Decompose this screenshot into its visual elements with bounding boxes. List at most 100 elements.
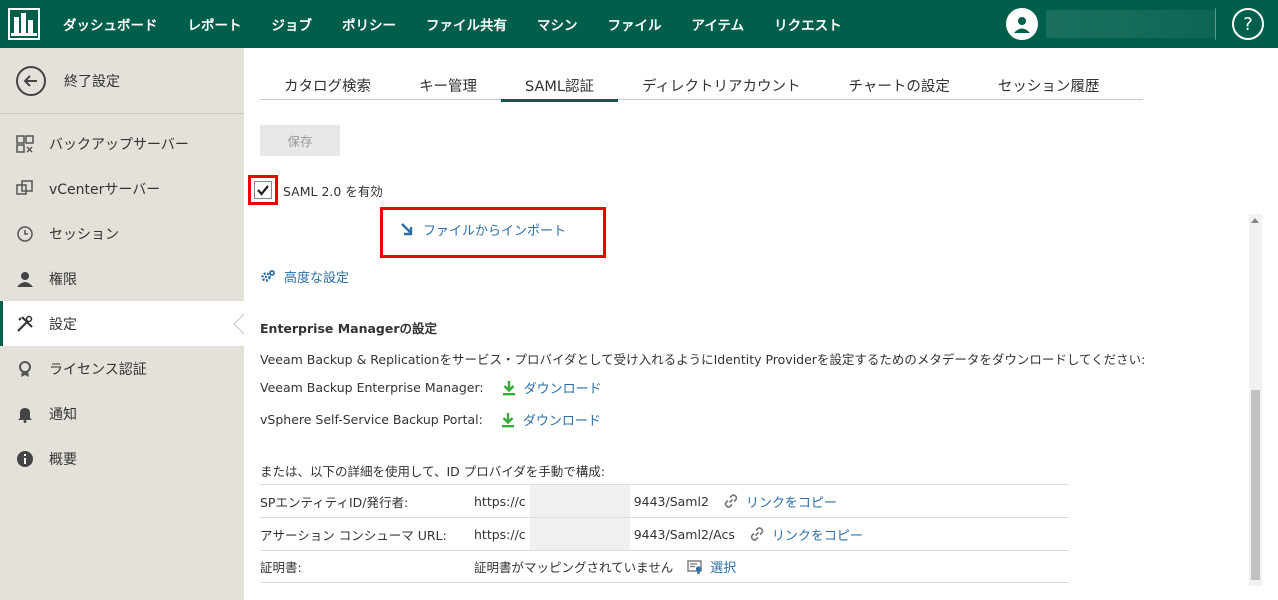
import-highlight-box: ファイルからインポート xyxy=(380,207,606,258)
highlight-box xyxy=(248,175,278,205)
import-from-file-link[interactable]: ファイルからインポート xyxy=(399,220,566,239)
settings-tabs: カタログ検索 キー管理 SAML認証 ディレクトリアカウント チャートの設定 セ… xyxy=(260,70,1143,102)
veeam-logo-icon[interactable] xyxy=(0,0,48,48)
import-arrow-icon xyxy=(401,222,413,235)
certificate-icon xyxy=(687,559,702,574)
tab-chart-settings[interactable]: チャートの設定 xyxy=(824,70,973,100)
download-link-label: ダウンロード xyxy=(523,382,602,397)
table-row: アサーション コンシューマ URL: https://c 9443/Saml2/… xyxy=(260,517,1069,551)
copy-link-label: リンクをコピー xyxy=(771,528,863,544)
acs-url-value: https://c 9443/Saml2/Acs xyxy=(474,517,735,551)
nav-items[interactable]: アイテム xyxy=(677,0,760,48)
scrollbar-thumb[interactable] xyxy=(1251,390,1260,580)
nav-dashboard[interactable]: ダッシュボード xyxy=(48,0,173,48)
download-icon xyxy=(502,380,515,395)
gear-icon xyxy=(261,269,275,282)
sidebar-item-notifications[interactable]: 通知 xyxy=(0,391,244,436)
tab-key-management[interactable]: キー管理 xyxy=(395,70,501,100)
sidebar-item-label: 権限 xyxy=(49,271,77,288)
sidebar-item-label: セッション xyxy=(49,226,119,243)
nav-machines[interactable]: マシン xyxy=(522,0,593,48)
link-icon xyxy=(750,527,764,541)
saml-enable-label: SAML 2.0 を有効 xyxy=(283,183,383,199)
settings-sidebar: 終了設定 バックアップサーバー vCenterサーバー セッション 権限 設定 … xyxy=(0,48,244,600)
saml-enable-row: SAML 2.0 を有効 xyxy=(248,175,383,205)
download-label: vSphere Self-Service Backup Portal: xyxy=(260,412,483,427)
info-icon xyxy=(15,449,35,469)
url-prefix: https://c xyxy=(474,493,526,509)
download-enterprise-manager-link[interactable]: ダウンロード xyxy=(502,378,602,397)
manual-config-label: または、以下の詳細を使用して、ID プロバイダを手動で構成: xyxy=(260,464,605,479)
back-arrow-icon xyxy=(16,65,46,96)
sidebar-item-about[interactable]: 概要 xyxy=(0,436,244,481)
vertical-scrollbar[interactable] xyxy=(1249,214,1262,586)
table-row: SPエンティティID/発行者: https://c 9443/Saml2 リンク… xyxy=(260,484,1069,518)
redacted-host xyxy=(529,484,630,518)
main-content: カタログ検索 キー管理 SAML認証 ディレクトリアカウント チャートの設定 セ… xyxy=(244,48,1278,600)
tools-icon xyxy=(15,314,35,334)
download-link-label: ダウンロード xyxy=(522,414,601,429)
sidebar-item-settings[interactable]: 設定 xyxy=(0,301,244,346)
bell-icon xyxy=(15,404,35,424)
nav-requests[interactable]: リクエスト xyxy=(759,0,857,48)
advanced-settings-label: 高度な設定 xyxy=(284,271,350,286)
select-label: 選択 xyxy=(710,561,737,576)
sidebar-item-label: 通知 xyxy=(49,406,77,423)
backup-server-icon xyxy=(15,134,35,154)
user-icon xyxy=(15,269,35,289)
sidebar-item-label: 概要 xyxy=(49,451,77,468)
help-button[interactable]: ? xyxy=(1232,8,1264,40)
sidebar-item-label: 設定 xyxy=(49,316,77,333)
nav-reports[interactable]: レポート xyxy=(173,0,257,48)
sidebar-item-license[interactable]: ライセンス認証 xyxy=(0,346,244,391)
sidebar-item-backup-servers[interactable]: バックアップサーバー xyxy=(0,121,244,166)
license-icon xyxy=(15,359,35,379)
sidebar-item-vcenter-servers[interactable]: vCenterサーバー xyxy=(0,166,244,211)
copy-entity-id-link[interactable]: リンクをコピー xyxy=(723,492,837,511)
download-icon xyxy=(501,412,514,427)
select-certificate-link[interactable]: 選択 xyxy=(687,557,736,576)
exit-settings-button[interactable]: 終了設定 xyxy=(0,48,244,114)
main-nav: ダッシュボード レポート ジョブ ポリシー ファイル共有 マシン ファイル アイ… xyxy=(48,0,857,48)
vcenter-icon xyxy=(15,179,35,199)
download-label: Veeam Backup Enterprise Manager: xyxy=(260,380,484,395)
nav-jobs[interactable]: ジョブ xyxy=(257,0,328,48)
checkmark-icon xyxy=(257,185,269,196)
tab-session-history[interactable]: セッション履歴 xyxy=(974,70,1124,100)
link-icon xyxy=(724,494,738,508)
sidebar-item-label: ライセンス認証 xyxy=(49,361,147,378)
sidebar-item-label: バックアップサーバー xyxy=(49,136,189,153)
sidebar-item-label: vCenterサーバー xyxy=(49,181,161,198)
sp-entity-id-key: SPエンティティID/発行者: xyxy=(260,494,409,510)
url-prefix: https://c xyxy=(474,526,526,542)
sp-details-table: SPエンティティID/発行者: https://c 9443/Saml2 リンク… xyxy=(260,484,1069,583)
url-suffix: 9443/Saml2 xyxy=(633,493,709,509)
sidebar-item-permissions[interactable]: 権限 xyxy=(0,256,244,301)
saml-enable-checkbox[interactable] xyxy=(254,181,272,199)
user-avatar-icon[interactable] xyxy=(1006,8,1038,40)
advanced-settings-link[interactable]: 高度な設定 xyxy=(260,267,349,286)
url-suffix: 9443/Saml2/Acs xyxy=(633,526,735,542)
copy-acs-url-link[interactable]: リンクをコピー xyxy=(749,525,863,544)
tab-directory-accounts[interactable]: ディレクトリアカウント xyxy=(618,70,824,100)
clock-icon xyxy=(15,224,35,244)
download-row-self-service: vSphere Self-Service Backup Portal: ダウンロ… xyxy=(260,410,601,429)
top-navigation-bar: ダッシュボード レポート ジョブ ポリシー ファイル共有 マシン ファイル アイ… xyxy=(0,0,1278,48)
tab-catalog-search[interactable]: カタログ検索 xyxy=(260,70,395,100)
redacted-host xyxy=(529,517,630,551)
enterprise-description: Veeam Backup & Replicationをサービス・プロバイダとして… xyxy=(260,352,1146,367)
sidebar-list: バックアップサーバー vCenterサーバー セッション 権限 設定 ライセンス… xyxy=(0,121,244,481)
nav-file-shares[interactable]: ファイル共有 xyxy=(411,0,522,48)
nav-files[interactable]: ファイル xyxy=(593,0,677,48)
user-menu[interactable] xyxy=(1006,0,1216,48)
sidebar-item-sessions[interactable]: セッション xyxy=(0,211,244,256)
tab-saml-auth[interactable]: SAML認証 xyxy=(501,70,618,102)
certificate-key: 証明書: xyxy=(260,560,302,575)
nav-policies[interactable]: ポリシー xyxy=(327,0,411,48)
enterprise-section-title: Enterprise Managerの設定 xyxy=(260,321,438,336)
download-self-service-link[interactable]: ダウンロード xyxy=(501,410,601,429)
topbar-divider xyxy=(1215,8,1216,40)
save-button[interactable]: 保存 xyxy=(260,125,340,156)
acs-url-key: アサーション コンシューマ URL: xyxy=(260,527,447,543)
scroll-up-arrow-icon[interactable] xyxy=(1251,218,1259,223)
